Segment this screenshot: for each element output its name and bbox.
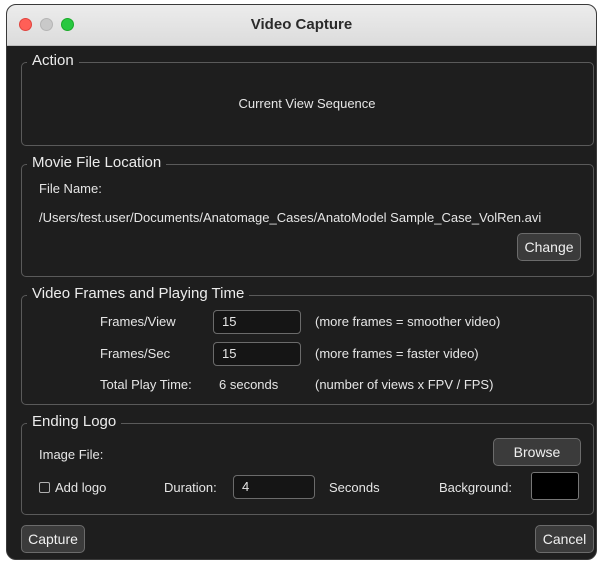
frames-per-sec-input[interactable]: 15 xyxy=(213,342,301,366)
total-play-time-label: Total Play Time: xyxy=(100,377,192,392)
add-logo-label: Add logo xyxy=(55,480,107,495)
file-name-label: File Name: xyxy=(39,181,102,196)
ending-logo-title: Ending Logo xyxy=(27,413,122,431)
change-button[interactable]: Change xyxy=(517,233,581,261)
total-play-time-value: 6 seconds xyxy=(219,377,279,392)
frames-per-sec-label: Frames/Sec xyxy=(100,346,171,361)
window-title: Video Capture xyxy=(250,16,353,33)
add-logo-checkbox[interactable] xyxy=(39,482,50,493)
frames-per-sec-hint: (more frames = faster video) xyxy=(315,346,479,361)
seconds-label: Seconds xyxy=(329,480,380,495)
video-frames-title: Video Frames and Playing Time xyxy=(27,285,250,303)
title-bar: Video Capture xyxy=(7,5,596,46)
frames-per-view-hint: (more frames = smoother video) xyxy=(315,314,501,329)
capture-button[interactable]: Capture xyxy=(21,525,85,553)
image-file-label: Image File: xyxy=(39,447,104,462)
background-label: Background: xyxy=(439,480,512,495)
action-value: Current View Sequence xyxy=(238,96,376,111)
duration-label: Duration: xyxy=(164,480,217,495)
duration-input[interactable]: 4 xyxy=(233,475,315,499)
video-capture-window: Video Capture Action Current View Sequen… xyxy=(6,4,597,560)
cancel-button[interactable]: Cancel xyxy=(535,525,594,553)
movie-file-location-title: Movie File Location xyxy=(27,154,167,172)
background-color-swatch[interactable] xyxy=(531,472,579,500)
frames-per-view-input[interactable]: 15 xyxy=(213,310,301,334)
total-play-time-hint: (number of views x FPV / FPS) xyxy=(315,377,494,392)
frames-per-view-label: Frames/View xyxy=(100,314,176,329)
action-group-title: Action xyxy=(27,52,79,70)
file-path-value: /Users/test.user/Documents/Anatomage_Cas… xyxy=(39,210,542,225)
ending-logo-group xyxy=(21,423,594,515)
browse-button[interactable]: Browse xyxy=(493,438,581,466)
